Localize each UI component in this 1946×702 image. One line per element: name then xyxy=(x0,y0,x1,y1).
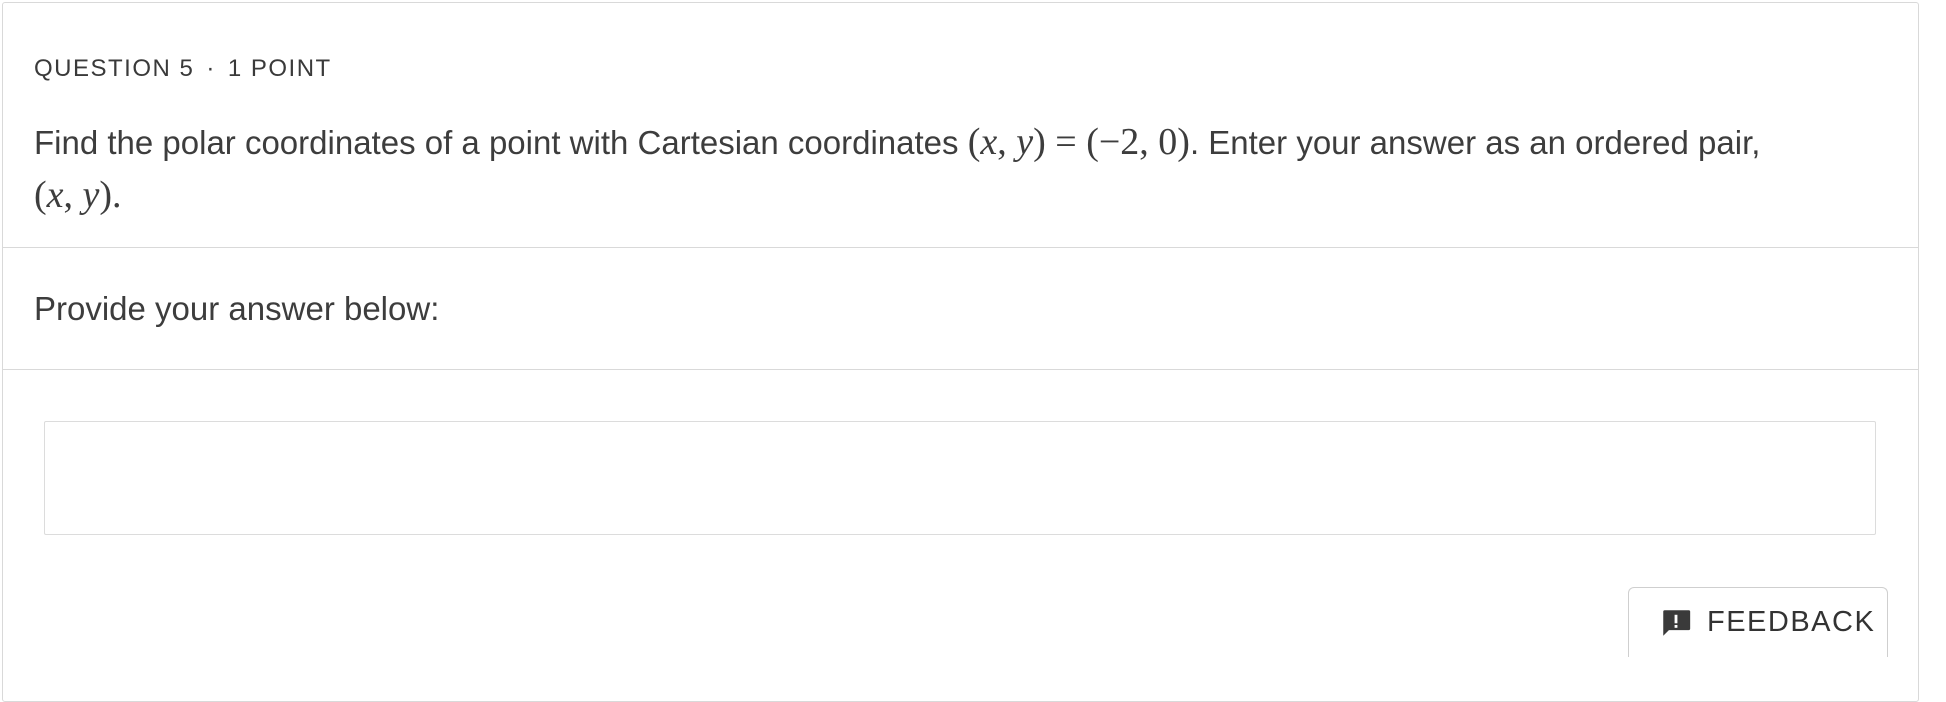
format-comma: , xyxy=(63,174,83,216)
answer-format-math: (x, y). xyxy=(34,174,122,216)
prompt-text-before: Find the polar coordinates of a point wi… xyxy=(34,124,968,161)
format-x: x xyxy=(46,174,64,216)
header-separator: · xyxy=(206,55,216,82)
feedback-label: FEEDBACK xyxy=(1707,606,1876,638)
format-close: ). xyxy=(99,174,122,216)
question-points: 1 POINT xyxy=(227,55,332,82)
question-header: QUESTION 5 · 1 POINT xyxy=(34,55,332,83)
prompt-text-after: . Enter your answer as an ordered pair, xyxy=(1189,124,1761,161)
feedback-button[interactable]: FEEDBACK xyxy=(1628,587,1888,657)
question-number: QUESTION 5 xyxy=(34,55,195,82)
math-open: ( xyxy=(967,121,981,163)
math-rhs: ) = (−2, 0) xyxy=(1033,121,1190,163)
question-prompt: Find the polar coordinates of a point wi… xyxy=(34,116,1894,222)
feedback-icon xyxy=(1659,606,1693,640)
math-y: y xyxy=(1016,121,1034,163)
answer-input[interactable] xyxy=(44,421,1876,535)
math-x: x xyxy=(980,121,998,163)
format-y: y xyxy=(82,174,100,216)
math-comma: , xyxy=(997,121,1017,163)
prompt-math: (x, y) = (−2, 0) xyxy=(968,121,1190,163)
answer-instruction: Provide your answer below: xyxy=(34,290,440,327)
format-open: ( xyxy=(34,174,47,216)
